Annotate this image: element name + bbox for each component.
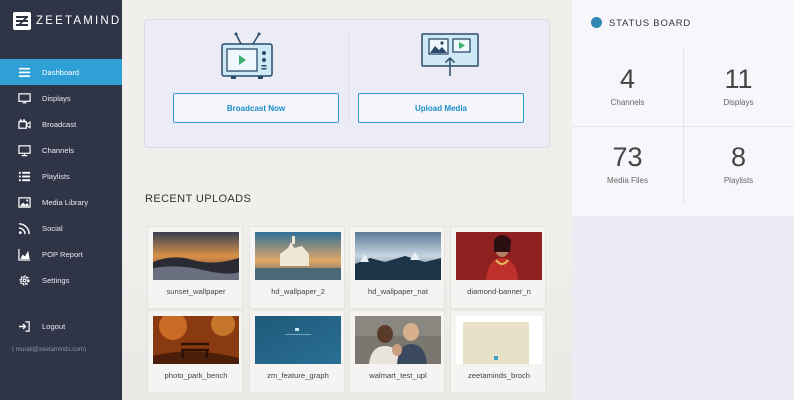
media-thumbnail bbox=[456, 232, 542, 280]
media-name: diamond-banner_n bbox=[467, 287, 531, 296]
sidebar-item-label: Settings bbox=[42, 275, 70, 285]
brand-logo-icon bbox=[13, 12, 31, 30]
brand[interactable]: ZEETAMINDS bbox=[13, 11, 131, 31]
monitor-icon bbox=[17, 91, 31, 105]
sidebar-item-settings[interactable]: Settings bbox=[0, 267, 122, 293]
sidebar-item-displays[interactable]: Displays bbox=[0, 85, 122, 111]
sidebar-item-playlists[interactable]: Playlists bbox=[0, 163, 122, 189]
stat-value: 11 bbox=[724, 64, 753, 94]
sidebar-item-label: Social bbox=[42, 223, 63, 233]
sidebar-item-label: Media Library bbox=[42, 197, 89, 207]
media-tile[interactable]: zm_feature_graph bbox=[249, 310, 345, 393]
media-name: sunset_wallpaper bbox=[166, 287, 226, 296]
stat-label: Playlists bbox=[723, 176, 754, 185]
broadcast-action: Broadcast Now bbox=[145, 20, 348, 149]
sidebar-item-label: Playlists bbox=[42, 171, 70, 181]
stat-playlists[interactable]: 8 Playlists bbox=[683, 126, 794, 204]
sidebar-item-media-library[interactable]: Media Library bbox=[0, 189, 122, 215]
rss-icon bbox=[17, 221, 31, 235]
sidebar-item-label: POP Report bbox=[42, 249, 83, 259]
sidebar-nav: Dashboard Displays Broadcast Channels Pl… bbox=[0, 59, 122, 293]
media-name: hd_wallpaper_2 bbox=[271, 287, 325, 296]
media-thumbnail bbox=[153, 316, 239, 364]
sidebar-item-social[interactable]: Social bbox=[0, 215, 122, 241]
sidebar-item-label: Channels bbox=[42, 145, 75, 155]
media-name: walmart_test_upl bbox=[369, 371, 427, 380]
upload-media-button[interactable]: Upload Media bbox=[358, 93, 524, 123]
stat-value: 8 bbox=[730, 142, 747, 172]
media-name: photo_park_bench bbox=[164, 371, 228, 380]
recent-uploads-title: RECENT UPLOADS bbox=[145, 193, 252, 205]
video-camera-icon bbox=[17, 117, 31, 131]
upload-action: Upload Media bbox=[348, 20, 551, 149]
status-board-title: STATUS BOARD bbox=[609, 18, 692, 29]
sidebar-item-pop-report[interactable]: POP Report bbox=[0, 241, 122, 267]
status-stats: 4 Channels 11 Displays 73 Media Files 8 … bbox=[572, 48, 794, 216]
media-thumbnail bbox=[355, 316, 441, 364]
broadcast-now-button[interactable]: Broadcast Now bbox=[173, 93, 339, 123]
status-dot-icon bbox=[591, 17, 602, 28]
sidebar: ZEETAMINDS Dashboard Displays Broadcast … bbox=[0, 0, 129, 400]
status-board: STATUS BOARD 4 Channels 11 Displays 73 M… bbox=[572, 0, 794, 400]
media-name: hd_wallpaper_nat bbox=[368, 287, 428, 296]
media-tile[interactable]: walmart_test_upl bbox=[349, 310, 445, 393]
media-thumbnail bbox=[255, 316, 341, 364]
media-thumbnail bbox=[255, 232, 341, 280]
stat-label: Channels bbox=[610, 98, 645, 107]
stat-value: 4 bbox=[619, 64, 636, 94]
media-tile[interactable]: sunset_wallpaper bbox=[147, 226, 243, 309]
stat-displays[interactable]: 11 Displays bbox=[683, 48, 794, 126]
sidebar-item-label: Broadcast bbox=[42, 119, 77, 129]
media-tile[interactable]: hd_wallpaper_2 bbox=[249, 226, 345, 309]
list-icon bbox=[17, 169, 31, 183]
logout-link[interactable]: Logout bbox=[0, 313, 122, 339]
stat-label: Media Files bbox=[607, 176, 648, 185]
media-thumbnail bbox=[355, 232, 441, 280]
bar-chart-icon bbox=[17, 247, 31, 261]
desktop-icon bbox=[17, 143, 31, 157]
sidebar-item-broadcast[interactable]: Broadcast bbox=[0, 111, 122, 137]
media-thumbnail bbox=[456, 316, 542, 364]
sidebar-item-dashboard[interactable]: Dashboard bbox=[0, 59, 122, 85]
status-board-header: STATUS BOARD bbox=[572, 0, 794, 48]
stat-label: Displays bbox=[723, 98, 754, 107]
media-tile[interactable]: diamond-banner_n bbox=[450, 226, 546, 309]
image-icon bbox=[17, 195, 31, 209]
media-name: zm_feature_graph bbox=[267, 371, 329, 380]
sidebar-item-label: Displays bbox=[42, 93, 71, 103]
media-tile[interactable]: photo_park_bench bbox=[147, 310, 243, 393]
stat-channels[interactable]: 4 Channels bbox=[572, 48, 683, 126]
media-tile[interactable]: zeetaminds_broch bbox=[450, 310, 546, 393]
media-tile[interactable]: hd_wallpaper_nat bbox=[349, 226, 445, 309]
logout-icon bbox=[17, 319, 31, 333]
brand-name: ZEETAMINDS bbox=[36, 15, 132, 27]
media-thumbnail bbox=[153, 232, 239, 280]
main-content: Broadcast Now Upload Media RECENT UPLOAD… bbox=[122, 0, 572, 400]
user-email: ( murali@zeetaminds.com) bbox=[12, 346, 87, 353]
stat-media-files[interactable]: 73 Media Files bbox=[572, 126, 683, 204]
tv-icon bbox=[219, 32, 275, 85]
gear-icon bbox=[17, 273, 31, 287]
upload-media-icon bbox=[420, 32, 480, 83]
media-name: zeetaminds_broch bbox=[467, 371, 531, 380]
quick-actions-card: Broadcast Now Upload Media bbox=[144, 19, 550, 148]
logout-label: Logout bbox=[42, 321, 66, 331]
menu-icon bbox=[17, 65, 31, 79]
stat-value: 73 bbox=[612, 142, 643, 172]
sidebar-item-channels[interactable]: Channels bbox=[0, 137, 122, 163]
sidebar-item-label: Dashboard bbox=[42, 67, 80, 77]
